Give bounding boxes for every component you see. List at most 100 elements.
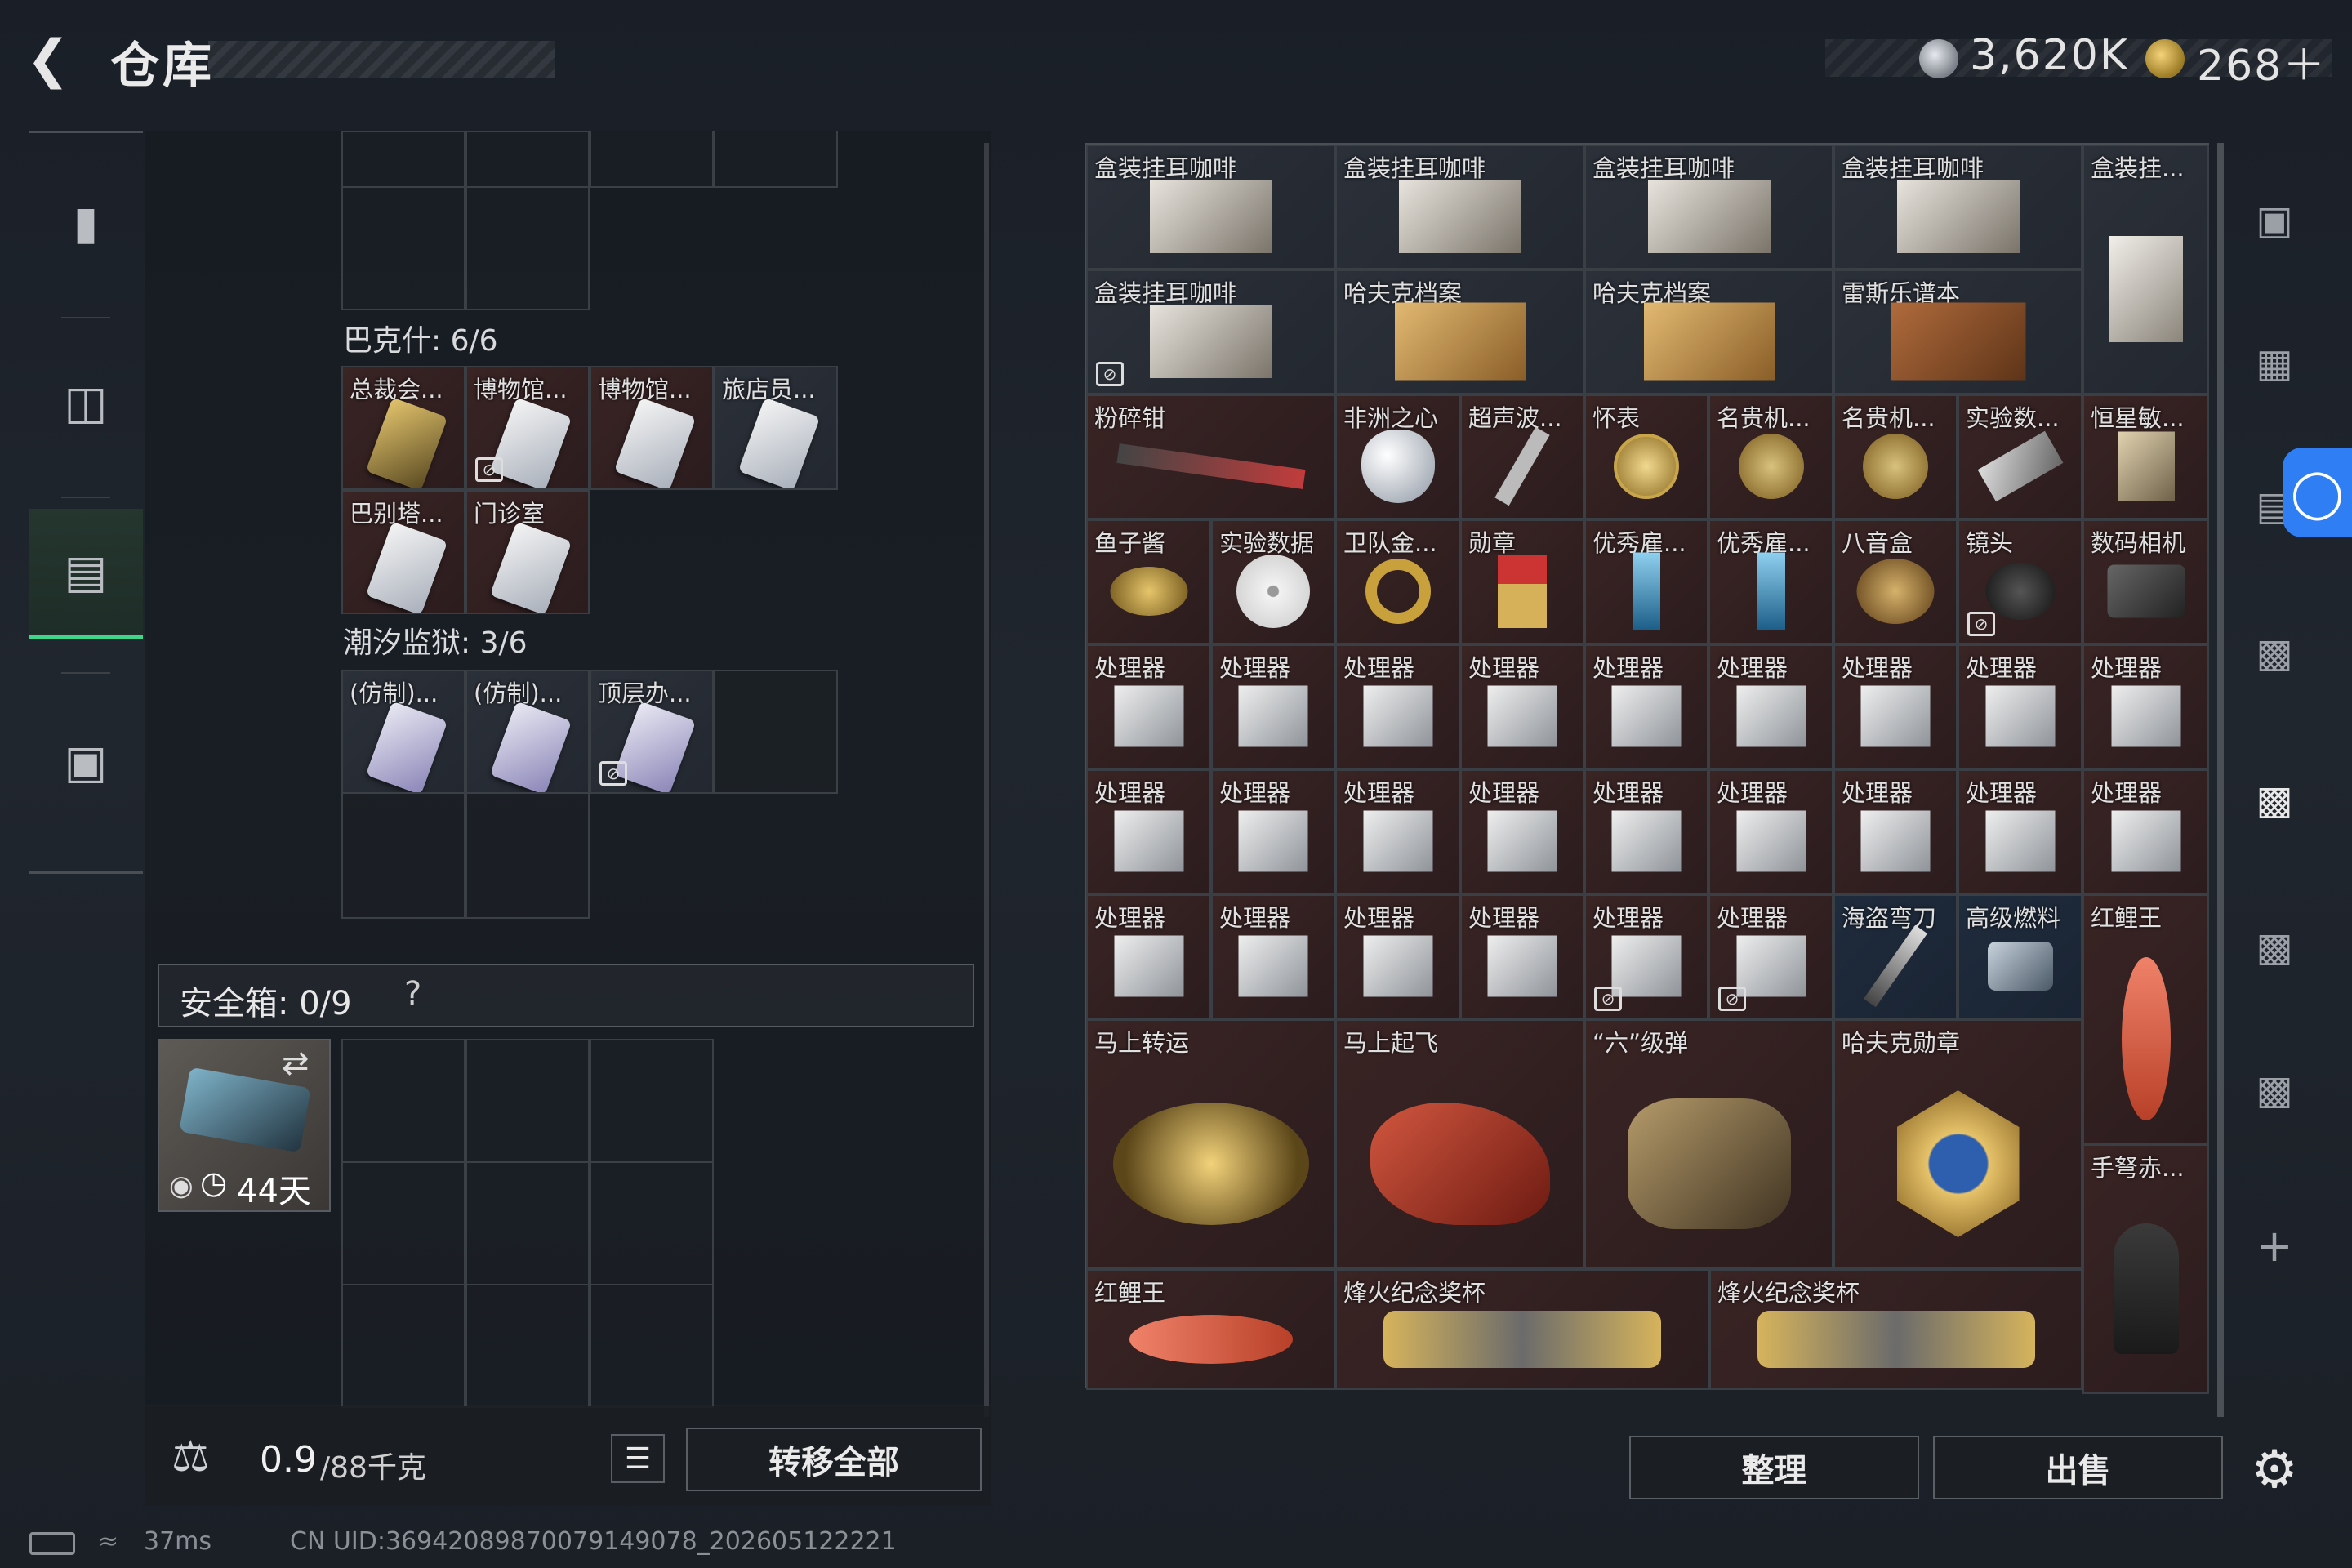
keycard-item[interactable]: 旅店员... <box>714 366 838 490</box>
empty-slot[interactable] <box>341 131 466 188</box>
crusher-pliers-item[interactable]: 粉碎钳 <box>1086 394 1335 519</box>
take-off-item[interactable]: 马上起飞 <box>1335 1019 1584 1269</box>
coffee-box-item[interactable]: 盒装挂耳咖啡 <box>1086 145 1335 270</box>
processor-item[interactable]: 处理器 <box>1460 769 1584 894</box>
good-fortune-item[interactable]: 马上转运 <box>1086 1019 1335 1269</box>
safe-slot[interactable] <box>590 1161 714 1285</box>
processor-item[interactable]: 处理器 <box>1335 769 1460 894</box>
safe-slot[interactable] <box>466 1039 590 1163</box>
coffee-box-item[interactable]: 盒装挂耳咖啡 <box>1335 145 1584 270</box>
red-carp-item[interactable]: 红鲤王 <box>2082 894 2209 1144</box>
processor-item[interactable]: 处理器 <box>2082 644 2209 769</box>
processor-item[interactable]: 处理器 <box>1958 769 2082 894</box>
empty-slot[interactable] <box>714 131 838 188</box>
keycard-item[interactable]: 博物馆... ⊘ <box>466 366 590 490</box>
processor-item[interactable]: 处理器 <box>1211 644 1335 769</box>
pocket-watch-item[interactable]: 怀表 <box>1584 394 1708 519</box>
processor-item[interactable]: 处理器 <box>1335 894 1460 1019</box>
sort-button[interactable]: 整理 <box>1629 1436 1919 1499</box>
processor-item[interactable]: 处理器 <box>1833 769 1958 894</box>
luxury-watch-item[interactable]: 名贵机... <box>1708 394 1833 519</box>
pirate-sabre-item[interactable]: 海盗弯刀 <box>1833 894 1958 1019</box>
processor-item[interactable]: 处理器 ⊘ <box>1708 894 1833 1019</box>
safe-slot[interactable] <box>341 1284 466 1408</box>
heart-of-africa-item[interactable]: 非洲之心 <box>1335 394 1460 519</box>
safe-slot[interactable] <box>341 1039 466 1163</box>
accessibility-button[interactable]: ◯ <box>2283 448 2352 537</box>
nav-vest[interactable]: ▤ <box>29 509 143 639</box>
back-button[interactable]: ❮ <box>26 31 83 88</box>
nav-backpack[interactable]: ◫ <box>29 337 143 468</box>
safe-slot[interactable] <box>341 1161 466 1285</box>
processor-item[interactable]: 处理器 <box>1708 644 1833 769</box>
empty-slot[interactable] <box>590 131 714 188</box>
processor-item[interactable]: 处理器 <box>1584 769 1708 894</box>
lens-item[interactable]: 镜头 ⊘ <box>1958 519 2082 644</box>
trophy-item[interactable]: 优秀雇... <box>1708 519 1833 644</box>
coffee-box-item[interactable]: 盒装挂... <box>2082 145 2209 394</box>
processor-item[interactable]: 处理器 <box>1211 769 1335 894</box>
safe-tab-icon[interactable]: ▣ <box>2242 188 2307 253</box>
ultrasonic-item[interactable]: 超声波... <box>1460 394 1584 519</box>
nav-briefcase[interactable]: ▣ <box>29 697 143 827</box>
processor-item[interactable]: 处理器 <box>2082 769 2209 894</box>
empty-slot[interactable] <box>466 186 590 310</box>
empty-slot[interactable] <box>466 792 590 919</box>
safe-slot[interactable] <box>466 1161 590 1285</box>
gear-icon[interactable]: ⚙ <box>2242 1437 2307 1503</box>
sell-button[interactable]: 出售 <box>1933 1436 2223 1499</box>
haavk-medal-item[interactable]: 哈夫克勋章 <box>1833 1019 2082 1269</box>
add-tab-icon[interactable]: + <box>2242 1213 2307 1278</box>
trophy-cup-item[interactable]: 烽火纪念奖杯 <box>1335 1269 1709 1390</box>
trophy-item[interactable]: 优秀雇... <box>1584 519 1708 644</box>
experiment-data-item[interactable]: 实验数据 <box>1211 519 1335 644</box>
fuel-item[interactable]: 高级燃料 <box>1958 894 2082 1019</box>
keycard-item[interactable]: (仿制)... <box>466 670 590 794</box>
haavk-file-item[interactable]: 哈夫克档案 <box>1335 270 1584 394</box>
keycard-item[interactable]: 顶层办... ⊘ <box>590 670 714 794</box>
coffee-box-item[interactable]: 盒装挂耳咖啡 ⊘ <box>1086 270 1335 394</box>
list-view-button[interactable]: ☰ <box>611 1434 665 1483</box>
figure-item[interactable]: 手弩赤... <box>2082 1144 2209 1394</box>
processor-item[interactable]: 处理器 <box>1708 769 1833 894</box>
help-icon[interactable]: ? <box>404 975 421 1013</box>
swap-icon[interactable]: ⇄ <box>282 1045 310 1082</box>
keycard-item[interactable]: 总裁会... <box>341 366 466 490</box>
safe-box-item[interactable]: ⇄ ◉ ◷ 44天 <box>158 1039 331 1212</box>
caviar-item[interactable]: 鱼子酱 <box>1086 519 1211 644</box>
processor-item[interactable]: 处理器 <box>1833 644 1958 769</box>
processor-item[interactable]: 处理器 ⊘ <box>1584 894 1708 1019</box>
processor-item[interactable]: 处理器 <box>1211 894 1335 1019</box>
left-scrollbar[interactable] <box>984 143 989 1417</box>
keycard-item[interactable]: 博物馆... <box>590 366 714 490</box>
six-bullet-item[interactable]: “六”级弹 <box>1584 1019 1833 1269</box>
empty-slot[interactable] <box>341 792 466 919</box>
music-book-item[interactable]: 雷斯乐谱本 <box>1833 270 2082 394</box>
processor-item[interactable]: 处理器 <box>1460 894 1584 1019</box>
currency-gold[interactable]: 268＋ <box>2197 31 2327 92</box>
safe-slot[interactable] <box>466 1284 590 1408</box>
coffee-box-item[interactable]: 盒装挂耳咖啡 <box>1584 145 1833 270</box>
haavk-file-item[interactable]: 哈夫克档案 <box>1584 270 1833 394</box>
experiment-item[interactable]: 实验数... <box>1958 394 2082 519</box>
bag-tab-icon[interactable]: ▦ <box>2242 331 2307 396</box>
camera-item[interactable]: 数码相机 <box>2082 519 2209 644</box>
empty-slot[interactable] <box>714 670 838 794</box>
keycard-item[interactable]: 门诊室 <box>466 490 590 614</box>
empty-slot[interactable] <box>341 186 466 310</box>
case-tab-icon[interactable]: ▩ <box>2242 1058 2307 1123</box>
keycard-item[interactable]: 巴别塔... <box>341 490 466 614</box>
gold-ring-item[interactable]: 卫队金... <box>1335 519 1460 644</box>
processor-item[interactable]: 处理器 <box>1460 644 1584 769</box>
nav-weapon[interactable]: ▮ <box>29 158 143 288</box>
safe-slot[interactable] <box>590 1039 714 1163</box>
processor-item[interactable]: 处理器 <box>1584 644 1708 769</box>
case-tab-icon[interactable]: ▩ <box>2242 621 2307 686</box>
luxury-watch-item[interactable]: 名贵机... <box>1833 394 1958 519</box>
keycard-item[interactable]: (仿制)... <box>341 670 466 794</box>
trophy-cup-item[interactable]: 烽火纪念奖杯 <box>1709 1269 2082 1390</box>
safe-slot[interactable] <box>590 1284 714 1408</box>
star-sensor-item[interactable]: 恒星敏... <box>2082 394 2209 519</box>
music-box-item[interactable]: 八音盒 <box>1833 519 1958 644</box>
processor-item[interactable]: 处理器 <box>1958 644 2082 769</box>
